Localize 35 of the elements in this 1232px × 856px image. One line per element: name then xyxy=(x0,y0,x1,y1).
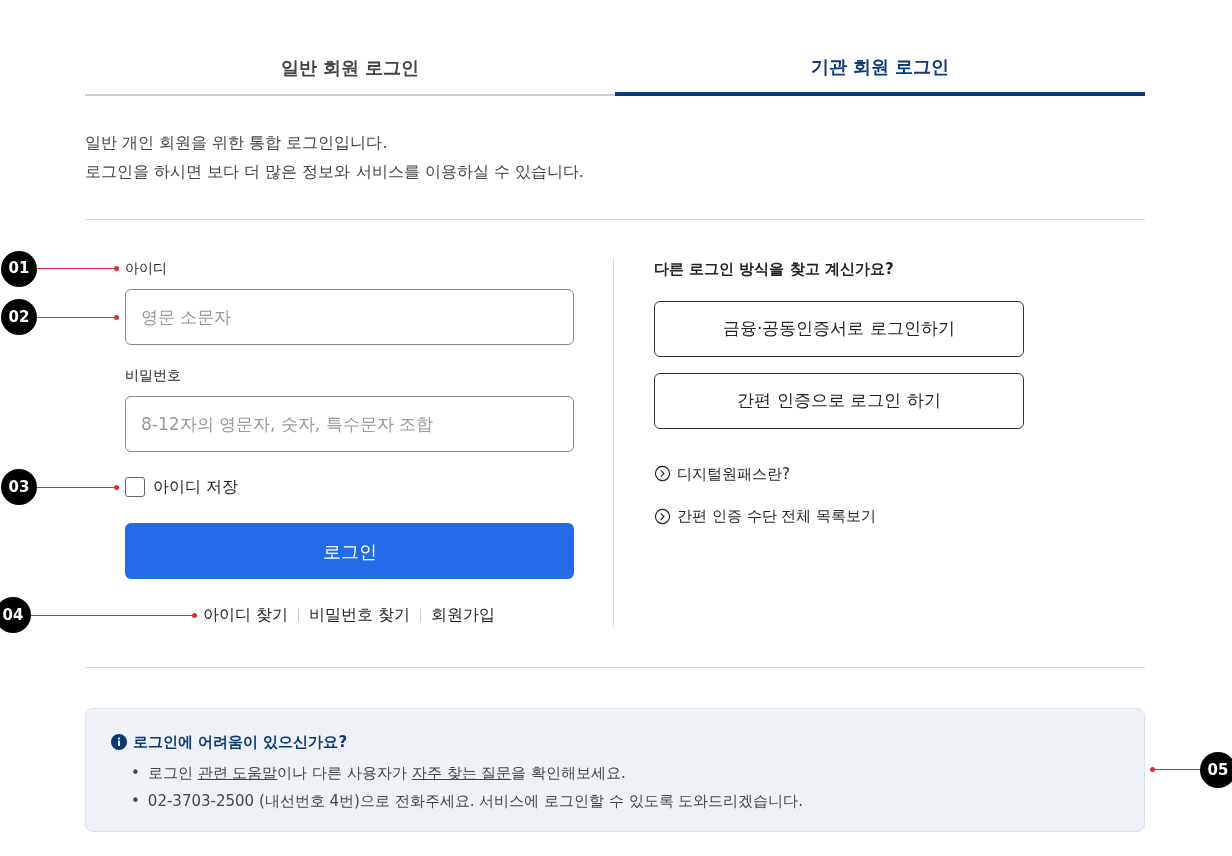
annotation-badge: 01 xyxy=(1,250,37,287)
bullet: • xyxy=(131,791,140,812)
intro-text: 로그인을 하시면 보다 더 많은 정보와 서비스를 이용하실 수 있습니다. xyxy=(85,161,585,183)
info-link[interactable]: 디지털원패스란? xyxy=(654,462,790,485)
bullet: • xyxy=(131,762,140,784)
help-title: 로그인에 어려움이 있으신가요? xyxy=(133,732,348,753)
remember-id-label: 아이디 저장 xyxy=(153,476,239,498)
info-link[interactable]: 간편 인증 수단 전체 목록보기 xyxy=(654,505,877,528)
chevron-circle-icon xyxy=(654,465,671,483)
leader-line xyxy=(1150,767,1200,773)
alt-login-button[interactable]: 간편 인증으로 로그인 하기 xyxy=(654,372,1024,429)
annotation-badge: 02 xyxy=(1,299,37,335)
help-text: 로그인 관련 도움말이나 다른 사용자가 자주 찾는 질문을 확인해보세요. xyxy=(147,762,626,784)
intro-text: 일반 개인 회원을 위한 통합 로그인입니다. xyxy=(85,132,389,154)
checkbox[interactable] xyxy=(125,477,145,497)
help-link[interactable]: 관련 도움말 xyxy=(197,763,278,782)
login-tab[interactable]: 기관 회원 로그인 xyxy=(615,40,1145,96)
annotation-badge: 05 xyxy=(1200,751,1232,788)
account-link[interactable]: 비밀번호 찾기 xyxy=(309,603,411,627)
login-tab[interactable]: 일반 회원 로그인 xyxy=(85,40,615,96)
id-label: 아이디 xyxy=(125,259,167,278)
account-link[interactable]: 아이디 찾기 xyxy=(202,603,288,627)
info-icon xyxy=(111,734,127,751)
login-button[interactable]: 로그인 xyxy=(125,523,574,579)
id-input-field[interactable]: 영문 소문자 xyxy=(125,289,574,345)
password-label: 비밀번호 xyxy=(125,366,182,385)
annotation-badge: 04 xyxy=(0,597,31,633)
alt-login-button[interactable]: 금융·공동인증서로 로그인하기 xyxy=(654,300,1024,357)
chevron-circle-icon xyxy=(654,507,671,525)
account-link[interactable]: 회원가입 xyxy=(431,603,496,627)
help-text: 02-3703-2500 (내선번호 4번)으로 전화주세요. 서비스에 로그인할 수 있도록 도와드리겠습니다. xyxy=(147,791,804,812)
password-input-field[interactable]: 8-12자의 영문자, 숫자, 특수문자 조합 xyxy=(125,396,574,452)
other-login-title: 다른 로그인 방식을 찾고 계신가요? xyxy=(654,259,895,280)
help-link[interactable]: 자주 찾는 질문 xyxy=(411,763,512,782)
annotation-badge: 03 xyxy=(1,469,37,505)
